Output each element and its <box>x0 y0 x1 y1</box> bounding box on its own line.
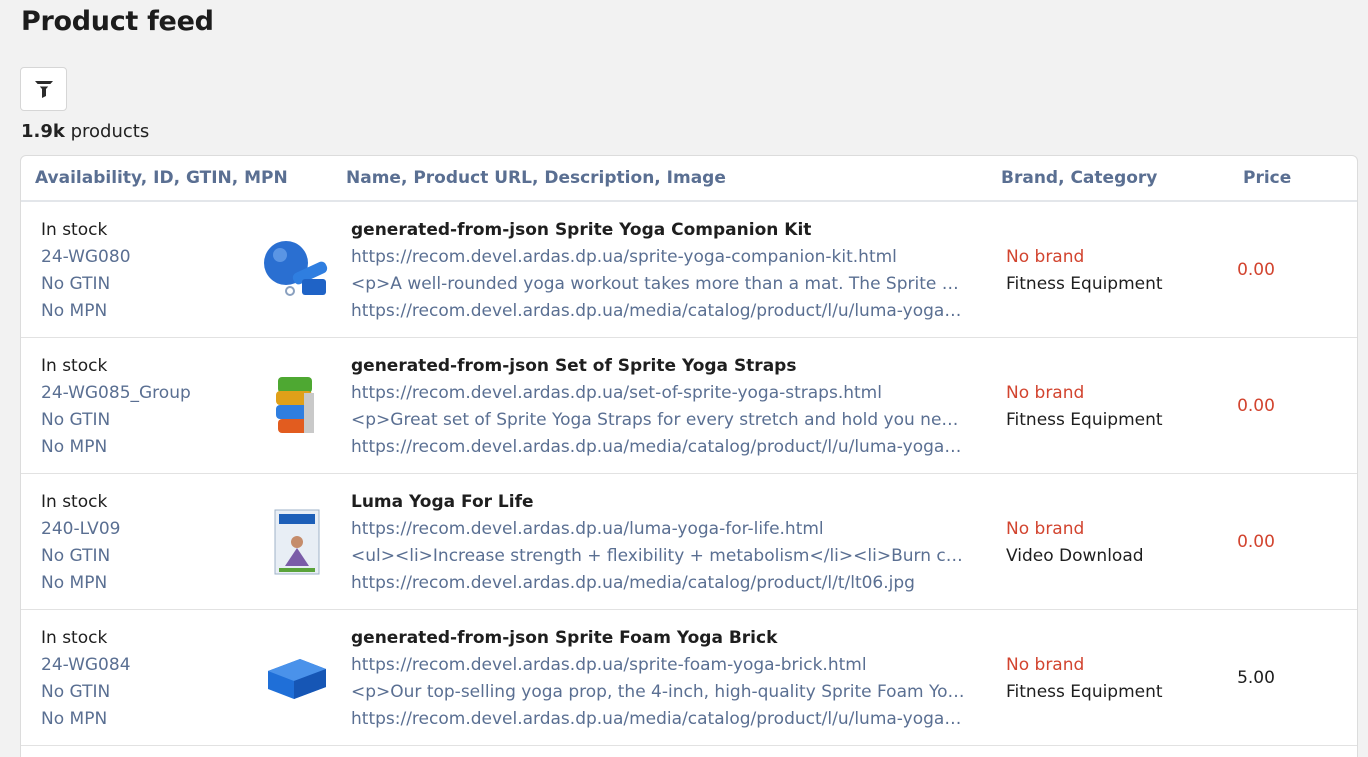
product-image <box>261 506 333 578</box>
product-description: <p>A well-rounded yoga workout takes mor… <box>351 274 966 294</box>
gtin: No GTIN <box>41 274 111 294</box>
product-id: 24-WG085_Group <box>41 383 191 403</box>
availability: In stock <box>41 492 108 512</box>
product-image <box>261 370 333 442</box>
price: 0.00 <box>1237 396 1275 416</box>
table-row[interactable]: In stock 24-WG084 No GTIN No MPN generat… <box>21 610 1357 746</box>
table-row[interactable]: In stock 24-WG085_Group No GTIN No MPN g… <box>21 338 1357 474</box>
price: 0.00 <box>1237 532 1275 552</box>
product-image-url[interactable]: https://recom.devel.ardas.dp.ua/media/ca… <box>351 573 966 593</box>
product-url[interactable]: https://recom.devel.ardas.dp.ua/set-of-s… <box>351 383 966 403</box>
brand: No brand <box>1006 519 1085 539</box>
product-table: Availability, ID, GTIN, MPN Name, Produc… <box>20 155 1358 757</box>
gtin: No GTIN <box>41 546 111 566</box>
product-image-url[interactable]: https://recom.devel.ardas.dp.ua/media/ca… <box>351 709 966 729</box>
product-count: 1.9k products <box>21 121 149 142</box>
column-header-name[interactable]: Name, Product URL, Description, Image <box>346 168 726 188</box>
price: 0.00 <box>1237 260 1275 280</box>
product-name[interactable]: generated-from-json Sprite Foam Yoga Bri… <box>351 628 971 648</box>
product-url[interactable]: https://recom.devel.ardas.dp.ua/luma-yog… <box>351 519 966 539</box>
column-header-price[interactable]: Price <box>1243 168 1291 188</box>
product-image-url[interactable]: https://recom.devel.ardas.dp.ua/media/ca… <box>351 301 966 321</box>
product-id: 24-WG080 <box>41 247 131 267</box>
table-row[interactable]: In stock 240-LV09 No GTIN No MPN Luma Yo… <box>21 474 1357 610</box>
product-count-label: products <box>64 121 150 142</box>
product-id: 24-WG084 <box>41 655 131 675</box>
availability: In stock <box>41 220 108 240</box>
availability: In stock <box>41 356 108 376</box>
product-url[interactable]: https://recom.devel.ardas.dp.ua/sprite-y… <box>351 247 966 267</box>
product-name[interactable]: generated-from-json Sprite Yoga Companio… <box>351 220 971 240</box>
category: Fitness Equipment <box>1006 410 1163 430</box>
brand: No brand <box>1006 247 1085 267</box>
price: 5.00 <box>1237 668 1275 688</box>
filter-button[interactable] <box>20 67 67 111</box>
product-image-url[interactable]: https://recom.devel.ardas.dp.ua/media/ca… <box>351 437 966 457</box>
mpn: No MPN <box>41 437 108 457</box>
product-name[interactable]: Luma Yoga For Life <box>351 492 971 512</box>
product-url[interactable]: https://recom.devel.ardas.dp.ua/sprite-f… <box>351 655 966 675</box>
availability: In stock <box>41 628 108 648</box>
product-description: <p>Our top-selling yoga prop, the 4-inch… <box>351 682 966 702</box>
funnel-icon <box>34 81 53 98</box>
product-description: <p>Great set of Sprite Yoga Straps for e… <box>351 410 966 430</box>
category: Video Download <box>1006 546 1144 566</box>
product-id: 240-LV09 <box>41 519 121 539</box>
page-title: Product feed <box>21 6 214 37</box>
gtin: No GTIN <box>41 682 111 702</box>
mpn: No MPN <box>41 709 108 729</box>
mpn: No MPN <box>41 573 108 593</box>
brand: No brand <box>1006 655 1085 675</box>
product-image <box>261 642 333 714</box>
column-header-availability[interactable]: Availability, ID, GTIN, MPN <box>35 168 288 188</box>
table-row[interactable]: In stock 24-WG080 No GTIN No MPN generat… <box>21 202 1357 338</box>
product-count-value: 1.9k <box>21 121 65 142</box>
brand: No brand <box>1006 383 1085 403</box>
product-name[interactable]: generated-from-json Set of Sprite Yoga S… <box>351 356 971 376</box>
gtin: No GTIN <box>41 410 111 430</box>
table-header: Availability, ID, GTIN, MPN Name, Produc… <box>21 156 1357 202</box>
product-image <box>261 234 333 306</box>
column-header-brand[interactable]: Brand, Category <box>1001 168 1157 188</box>
category: Fitness Equipment <box>1006 274 1163 294</box>
category: Fitness Equipment <box>1006 682 1163 702</box>
product-description: <ul><li>Increase strength + flexibility … <box>351 546 966 566</box>
mpn: No MPN <box>41 301 108 321</box>
